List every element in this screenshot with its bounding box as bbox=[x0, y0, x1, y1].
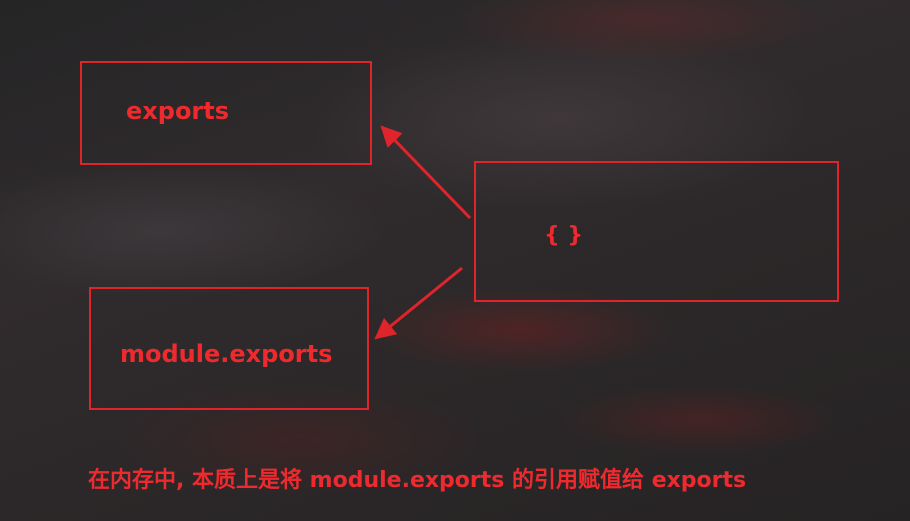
arrows-layer bbox=[374, 125, 472, 340]
arrow-object-to-module-exports bbox=[374, 266, 463, 340]
diagram-caption: 在内存中, 本质上是将 module.exports 的引用赋值给 export… bbox=[88, 468, 747, 493]
arrow-object-to-exports bbox=[380, 125, 472, 220]
